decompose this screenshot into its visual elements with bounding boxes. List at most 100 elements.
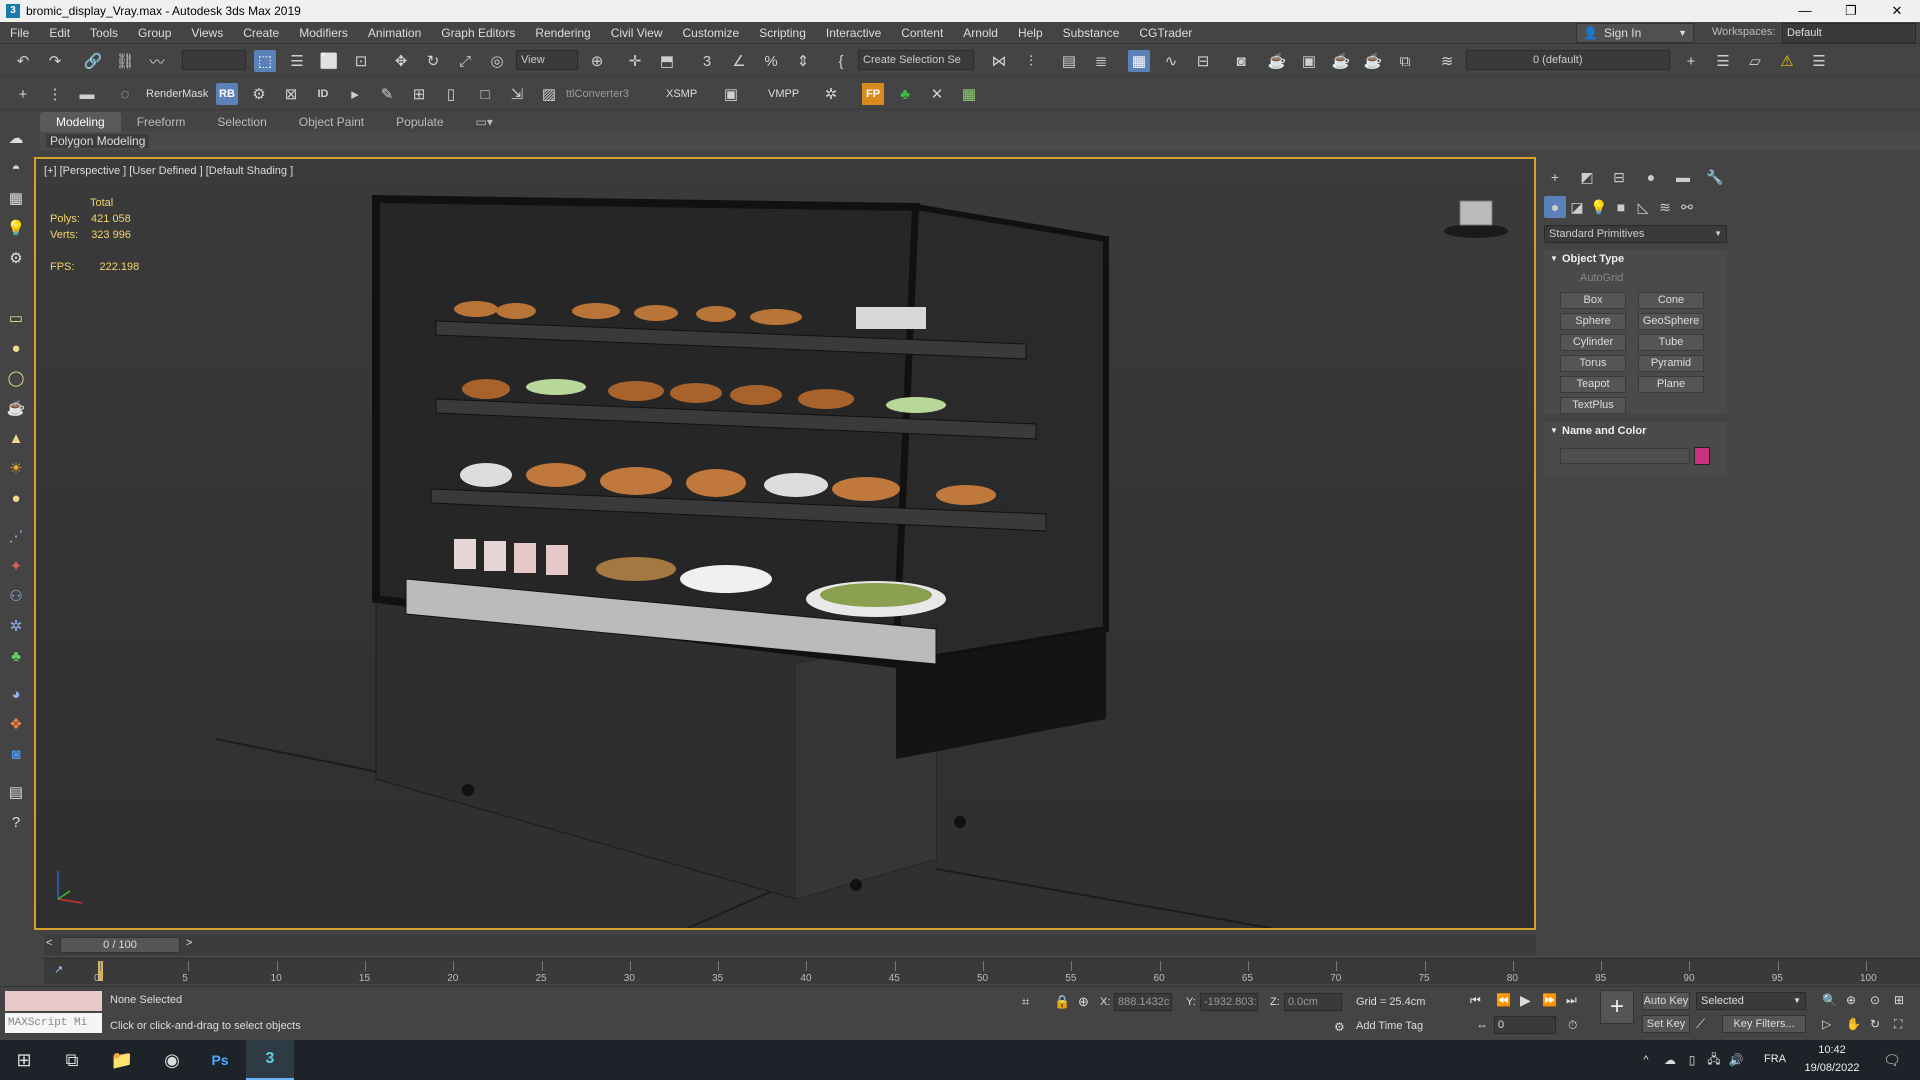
id-button[interactable]: ID: [312, 83, 334, 105]
shapes-icon[interactable]: ◪: [1566, 196, 1588, 218]
language-indicator[interactable]: FRA: [1764, 1053, 1786, 1065]
create-tab-icon[interactable]: +: [1544, 166, 1566, 188]
menu-graph-editors[interactable]: Graph Editors: [431, 26, 525, 40]
ribbon-toggle-icon[interactable]: ▦: [1128, 50, 1150, 72]
key-set-dropdown[interactable]: Selected ▼: [1696, 992, 1806, 1010]
percent-snap-icon[interactable]: %: [760, 50, 782, 72]
rig-icon[interactable]: ⚇: [4, 584, 28, 608]
menu-civil-view[interactable]: Civil View: [601, 26, 673, 40]
time-config-icon[interactable]: ⏱: [1568, 1018, 1577, 1033]
tab-selection[interactable]: Selection: [201, 112, 282, 132]
object-type-header[interactable]: ▼ Object Type: [1544, 250, 1727, 268]
rendered-frame-icon[interactable]: ▣: [1298, 50, 1320, 72]
help-icon[interactable]: ?: [4, 810, 28, 834]
dynamics-icon[interactable]: ✦: [4, 554, 28, 578]
systems-icon[interactable]: ⚯: [1676, 196, 1698, 218]
plane-button[interactable]: Plane: [1638, 376, 1704, 393]
clock-time[interactable]: 10:42: [1804, 1044, 1860, 1056]
link-icon[interactable]: 🔗: [82, 50, 104, 72]
render-activeshade-icon[interactable]: ⧉: [1394, 50, 1416, 72]
menu-group[interactable]: Group: [128, 26, 181, 40]
menu-arnold[interactable]: Arnold: [953, 26, 1008, 40]
cylinder-button[interactable]: Cylinder: [1560, 334, 1626, 351]
layer-manager-icon[interactable]: ≋: [1436, 50, 1458, 72]
tab-modeling[interactable]: Modeling: [40, 112, 121, 132]
rb-button[interactable]: RB: [216, 83, 238, 105]
display-icon[interactable]: ▦: [4, 186, 28, 210]
sun-icon[interactable]: ☀: [4, 456, 28, 480]
render-element-icon[interactable]: ◙: [4, 742, 28, 766]
tray-chevron-icon[interactable]: ^: [1636, 1040, 1656, 1080]
script-icon-4[interactable]: ⊞: [408, 83, 430, 105]
windows-start-icon[interactable]: ⊞: [0, 1040, 48, 1080]
prev-frame-icon[interactable]: <: [46, 937, 52, 949]
tab-freeform[interactable]: Freeform: [121, 112, 202, 132]
menu-rendering[interactable]: Rendering: [525, 26, 600, 40]
align-icon[interactable]: ⫶: [1020, 50, 1042, 72]
tab-object-paint[interactable]: Object Paint: [283, 112, 380, 132]
square-icon[interactable]: □: [474, 83, 496, 105]
x-coordinate-field[interactable]: 888.1432c: [1114, 993, 1172, 1011]
add-to-layer-icon[interactable]: +: [1680, 50, 1702, 72]
track-bar[interactable]: ↗ 0 5 10 15 20 25 30 35 40 45 50 55 60 65 70 75 80 85 90 95…: [44, 958, 1920, 984]
particles-icon[interactable]: ⋰: [4, 524, 28, 548]
textplus-button[interactable]: TextPlus: [1560, 397, 1626, 414]
table-icon[interactable]: ▦: [958, 83, 980, 105]
sphere-wire-icon[interactable]: ◓: [4, 156, 28, 180]
sphere-icon[interactable]: ●: [4, 486, 28, 510]
cameras-icon[interactable]: ■: [1610, 196, 1632, 218]
render-setup-icon[interactable]: ☕: [1266, 50, 1288, 72]
sign-in-button[interactable]: 👤 Sign In ▼: [1576, 23, 1694, 43]
prev-key-icon[interactable]: ⏪: [1496, 993, 1511, 1007]
window-crossing-icon[interactable]: ⊡: [350, 50, 372, 72]
network-icon[interactable]: 🖧: [1704, 1040, 1724, 1080]
bind-space-warp-icon[interactable]: 〰: [146, 50, 168, 72]
close-icon[interactable]: ✕: [1874, 0, 1920, 22]
vmpp-label[interactable]: VMPP: [768, 88, 799, 100]
geometry-icon[interactable]: ●: [1544, 196, 1566, 218]
script-icon-9[interactable]: ✲: [820, 83, 842, 105]
menu-customize[interactable]: Customize: [673, 26, 750, 40]
add-time-tag[interactable]: Add Time Tag: [1356, 1020, 1423, 1032]
space-warps-icon[interactable]: ≋: [1654, 196, 1676, 218]
rendermask-label[interactable]: RenderMask: [146, 88, 208, 100]
reference-coord-dropdown[interactable]: View: [516, 50, 578, 70]
pot-icon[interactable]: ☕: [4, 396, 28, 420]
set-key-button[interactable]: Set Key: [1642, 1015, 1690, 1033]
zoom-all-icon[interactable]: ⊕: [1846, 993, 1856, 1007]
placement-icon[interactable]: ◎: [486, 50, 508, 72]
edit-named-selection-icon[interactable]: {: [830, 50, 852, 72]
script-icon-3[interactable]: ✎: [376, 83, 398, 105]
bar-icon[interactable]: ▬: [76, 83, 98, 105]
xyz-icon[interactable]: ⊠: [280, 83, 302, 105]
select-in-layer-icon[interactable]: ▱: [1744, 50, 1766, 72]
xsmp-label[interactable]: XSMP: [666, 88, 697, 100]
tree-icon[interactable]: ♣: [894, 83, 916, 105]
pivot-center-icon[interactable]: ⊕: [586, 50, 608, 72]
pan-icon[interactable]: ✋: [1846, 1017, 1861, 1031]
polygon-modeling-label[interactable]: Polygon Modeling: [46, 134, 150, 148]
minimize-icon[interactable]: —: [1782, 0, 1828, 22]
undo-icon[interactable]: ↶: [12, 50, 34, 72]
next-frame-icon[interactable]: >: [186, 937, 192, 949]
time-slider-knob[interactable]: 0 / 100: [60, 937, 180, 953]
restore-icon[interactable]: ❐: [1828, 0, 1874, 22]
display-tab-icon[interactable]: ▬: [1672, 166, 1694, 188]
autogrid-checkbox[interactable]: AutoGrid: [1580, 272, 1623, 284]
menu-substance[interactable]: Substance: [1053, 26, 1130, 40]
tube-button[interactable]: Tube: [1638, 334, 1704, 351]
box-button[interactable]: Box: [1560, 292, 1626, 309]
ribbon-options-icon[interactable]: ▭▾: [460, 112, 509, 132]
grid-icon[interactable]: ⋮: [44, 83, 66, 105]
teapot-button[interactable]: Teapot: [1560, 376, 1626, 393]
viewcube-icon[interactable]: [1459, 200, 1493, 226]
move-icon[interactable]: ✥: [390, 50, 412, 72]
rect-selection-icon[interactable]: ⬜: [318, 50, 340, 72]
menu-cgtrader[interactable]: CGTrader: [1129, 26, 1202, 40]
plane-icon[interactable]: ▭: [4, 306, 28, 330]
layers-icon[interactable]: ☰: [1712, 50, 1734, 72]
foliage-icon[interactable]: ♣: [4, 644, 28, 668]
task-view-icon[interactable]: ⧉: [48, 1040, 96, 1080]
menu-animation[interactable]: Animation: [358, 26, 431, 40]
maximize-viewport-icon[interactable]: ⛶: [1894, 1017, 1902, 1032]
